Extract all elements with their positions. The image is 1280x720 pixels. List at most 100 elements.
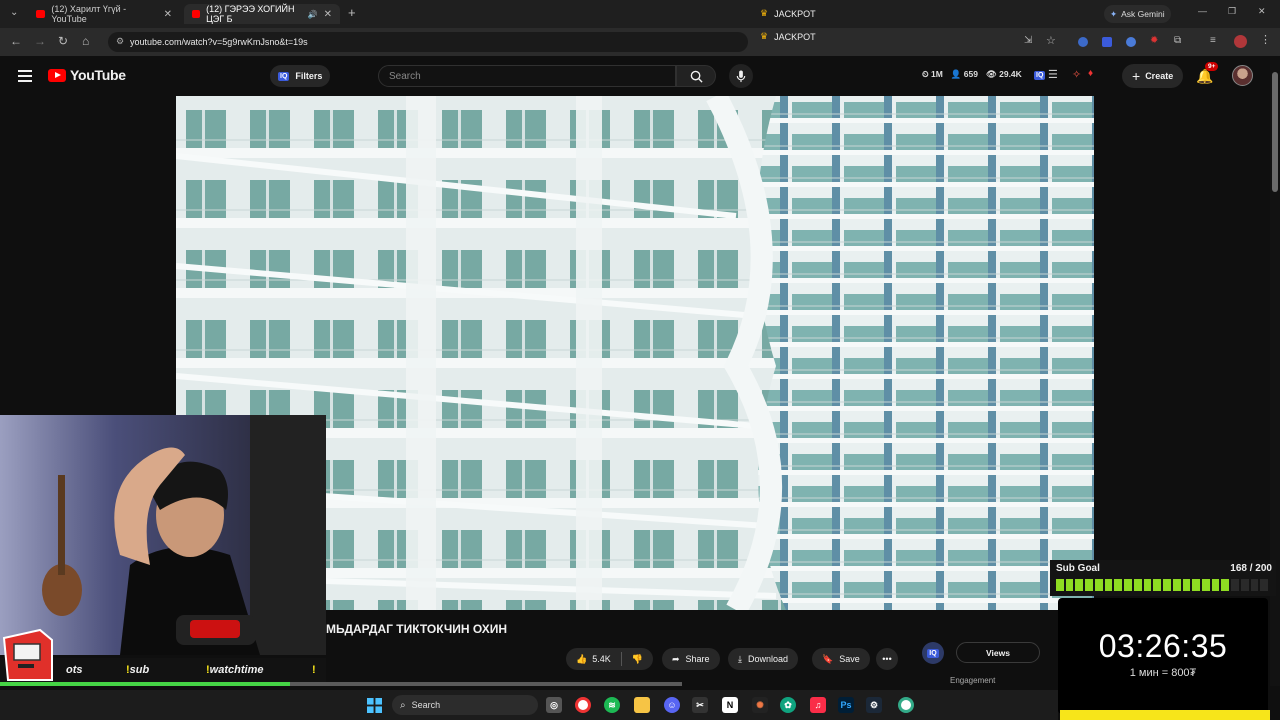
tab-search-chevron-icon[interactable]: ⌄ [10,7,18,18]
task-view-icon[interactable]: ◎ [546,697,562,713]
voice-search-button[interactable] [729,64,753,88]
minimize-window-icon[interactable]: — [1198,6,1207,16]
sub-goal-label: Sub Goal [1056,563,1100,574]
steam-taskbar-icon[interactable]: ⚙ [866,697,882,713]
engagement-tab[interactable]: Engagement [950,676,995,685]
extension-bell-icon[interactable]: ♦ [1088,68,1093,79]
sub-goal-progress-bar [1056,579,1269,591]
forward-icon[interactable]: → [34,34,46,48]
video-progress-played[interactable] [0,682,290,686]
maximize-window-icon[interactable]: ❐ [1228,6,1236,17]
install-app-icon[interactable]: ⇲ [1024,35,1032,46]
site-info-icon[interactable]: ⚙ [116,36,124,47]
iq-extension-icon: IQ [927,648,939,658]
music-taskbar-icon[interactable]: ♫ [810,697,826,713]
chatgpt-taskbar-icon[interactable]: ✿ [780,697,796,713]
bookmark-label: JACKPOT [774,8,816,19]
youtube-favicon-icon [36,10,46,18]
url-input[interactable]: ⚙ youtube.com/watch?v=5g9rwKmJsno&t=19s [108,32,748,52]
photoshop-taskbar-icon[interactable]: Ps [838,697,854,713]
account-avatar[interactable] [1232,65,1253,86]
sub-goal-segment [1143,579,1152,591]
sub-goal-segment [1153,579,1162,591]
streamer-webcam [0,415,326,655]
close-tab-icon[interactable]: ✕ [324,9,332,20]
bookmark-jackpot-2[interactable]: ♛ JACKPOT [760,31,816,42]
chrome-taskbar-icon[interactable] [575,697,591,713]
iq-extension-button[interactable]: IQ [922,642,944,664]
sub-goal-segment [1182,579,1191,591]
video-progress-buffered[interactable] [290,682,682,686]
menu-hamburger-icon[interactable] [18,70,32,85]
sub-goal-widget: Sub Goal 168 / 200 [1050,560,1276,596]
page-scrollbar-thumb[interactable] [1272,72,1278,192]
browser-menu-icon[interactable]: ⋮ [1260,33,1271,46]
bookmark-jackpot-1[interactable]: ♛ JACKPOT [760,8,816,19]
youtube-play-icon [48,68,66,82]
more-horizontal-icon: ••• [882,654,892,664]
subathon-timer-widget: 03:26:35 1 мин = 800₮ [1058,598,1268,714]
davinci-taskbar-icon[interactable]: ✺ [752,697,768,713]
stats-list-icon[interactable]: ☰ [1048,68,1058,81]
save-button[interactable]: 🔖 Save [812,648,870,670]
like-button[interactable]: 👍 5.4K [566,648,621,670]
share-button[interactable]: ➦ Share [662,648,720,670]
command-item: ! [312,664,316,676]
command-prefix: ! [312,664,316,676]
create-button[interactable]: + Create [1122,64,1184,88]
sub-goal-segment [1163,579,1171,591]
sub-goal-segment [1192,579,1201,591]
download-icon: ⤓ [738,653,742,664]
back-icon[interactable]: ← [10,34,22,48]
iq-extension-icon[interactable]: IQ [1034,71,1046,80]
extension-icon[interactable] [1078,37,1088,47]
ask-gemini-button[interactable]: ✦ Ask Gemini [1104,5,1171,23]
watching-value: 659 [963,69,978,79]
reload-icon[interactable]: ↻ [58,34,68,48]
extensions-puzzle-icon[interactable]: ⧉ [1174,35,1181,46]
like-count: 5.4K [592,654,611,664]
share-arrow-icon: ➦ [672,653,680,664]
youtube-logo[interactable]: YouTube [48,67,126,83]
extension-icon[interactable] [1126,37,1136,47]
bookmark-icon: 🔖 [822,653,834,664]
more-actions-button[interactable]: ••• [876,648,898,670]
views-tab[interactable]: Views [956,642,1040,663]
extension-icon[interactable] [1102,37,1112,47]
extension-star-icon[interactable]: ✧ [1072,68,1081,81]
home-icon[interactable]: ⌂ [82,34,89,48]
search-button[interactable] [676,65,716,87]
new-tab-icon[interactable]: + [348,5,356,20]
bookmark-star-icon[interactable]: ☆ [1046,34,1056,47]
capcut-taskbar-icon[interactable]: ✂ [692,697,708,713]
extension-icon[interactable]: ✹ [1150,35,1158,46]
timer-rate-text: 1 мин = 800₮ [1129,667,1197,679]
discord-taskbar-icon[interactable]: ☺ [664,697,680,713]
notifications-badge: 9+ [1205,62,1219,71]
close-window-icon[interactable]: ✕ [1258,6,1266,17]
profile-avatar-icon[interactable] [1234,35,1247,48]
dislike-button[interactable]: 👎 [622,648,653,670]
sub-goal-segment [1202,579,1210,591]
sub-goal-segment [1240,579,1249,591]
search-input[interactable]: Search [378,65,676,87]
close-tab-icon[interactable]: ✕ [164,9,172,20]
search-icon [690,70,703,83]
browser-tab-bar: ⌄ (12) Харилт Үгүй - YouTube ✕ (12) ГЭРЭ… [0,0,1280,28]
spotify-taskbar-icon[interactable]: ≋ [604,697,620,713]
browser-tab-2[interactable]: (12) ГЭРЭЭ ХОГИЙН ЦЭГ Б 🔊 ✕ [184,4,340,24]
sub-goal-segment [1085,579,1093,591]
file-explorer-icon[interactable] [634,697,650,713]
windows-start-icon[interactable] [366,697,382,713]
notion-taskbar-icon[interactable]: N [722,697,738,713]
audio-playing-icon[interactable]: 🔊 [308,10,318,19]
sub-goal-segment [1056,579,1064,591]
reading-list-icon[interactable]: ≡ [1210,35,1216,46]
chrome-profile-taskbar-icon[interactable] [898,697,914,713]
command-item: !sub [126,664,149,676]
taskbar-search-input[interactable]: ⌕ Search [392,695,538,715]
filters-button[interactable]: IQ Filters [270,65,331,87]
browser-tab-1[interactable]: (12) Харилт Үгүй - YouTube ✕ [28,4,180,24]
download-button[interactable]: ⤓ Download [728,648,799,670]
channel-stats: ⏲ 1M 👤 659 👁 29.4K [922,69,1022,80]
